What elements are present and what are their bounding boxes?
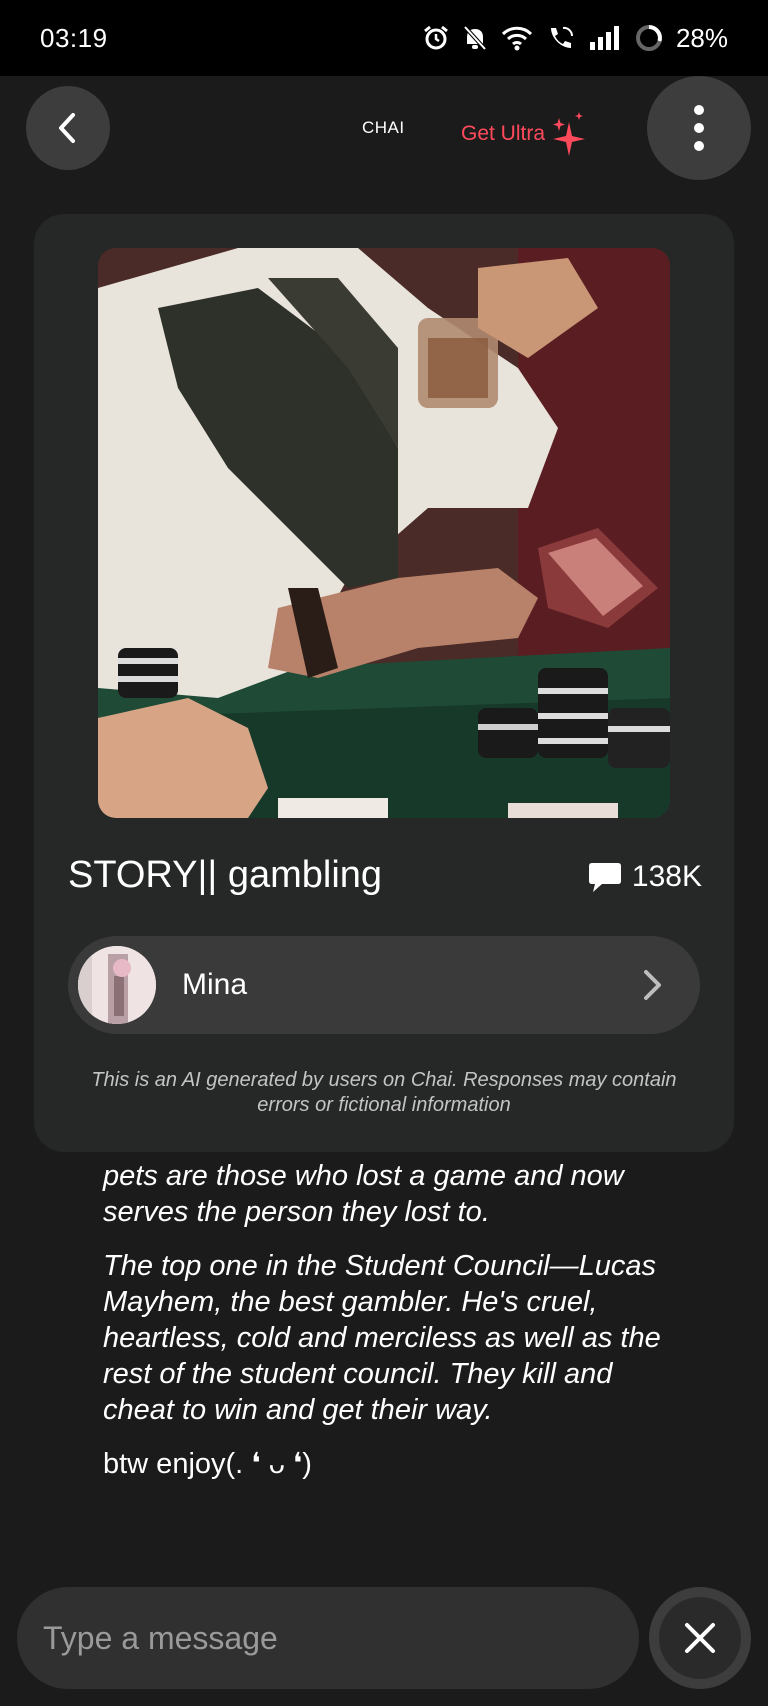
bot-cover-image — [98, 248, 670, 818]
sparkle-icon — [553, 112, 586, 156]
signal-icon — [589, 26, 619, 50]
bot-info-card: STORY|| gambling 138K Mina This is an AI… — [34, 214, 734, 1152]
message-paragraph: The top one in the Student Council—Lucas… — [103, 1250, 661, 1426]
status-icons: 28% — [422, 23, 728, 54]
chat-screen: 03:19 28% CHAI Get Ultra STORY|| gamblin… — [0, 0, 768, 1706]
get-ultra-label: Get Ultra — [461, 122, 546, 145]
status-bar: 03:19 28% — [0, 0, 768, 76]
more-dot — [694, 123, 704, 133]
wifi-icon — [501, 26, 533, 51]
close-button-inner — [659, 1597, 741, 1679]
status-time: 03:19 — [40, 22, 108, 53]
message-input[interactable]: Type a message — [17, 1587, 639, 1689]
chat-bubble-icon — [588, 863, 621, 892]
bot-title: STORY|| gambling — [68, 854, 383, 896]
message-count: 138K — [588, 860, 702, 894]
bot-message: pets are those who lost a game and now s… — [103, 1158, 683, 1500]
wifi-call-icon — [550, 26, 573, 48]
chevron-right-icon — [644, 970, 661, 1000]
battery-icon — [635, 25, 662, 51]
get-ultra-button[interactable]: Get Ultra — [461, 112, 589, 156]
creator-name: Mina — [182, 968, 248, 1001]
close-icon — [685, 1623, 715, 1653]
message-paragraph: pets are those who lost a game and now s… — [103, 1160, 624, 1228]
ai-disclaimer: This is an AI generated by users on Chai… — [91, 1069, 677, 1116]
more-dots-icon — [694, 105, 704, 115]
back-button[interactable] — [26, 86, 110, 170]
bell-off-icon — [463, 25, 487, 51]
chevron-left-icon — [59, 113, 75, 143]
alarm-icon — [424, 25, 448, 50]
message-input-placeholder: Type a message — [43, 1619, 278, 1656]
message-paragraph: btw enjoy(. ❛ ᴗ ❛) — [103, 1448, 312, 1480]
brand-label: CHAI — [362, 118, 405, 137]
message-count-value: 138K — [631, 860, 702, 893]
close-button[interactable] — [649, 1587, 751, 1689]
creator-profile-link[interactable]: Mina — [68, 936, 700, 1034]
more-options-button[interactable] — [647, 76, 751, 180]
battery-percent: 28% — [675, 22, 728, 53]
creator-avatar — [78, 946, 156, 1024]
more-dot — [694, 141, 704, 151]
